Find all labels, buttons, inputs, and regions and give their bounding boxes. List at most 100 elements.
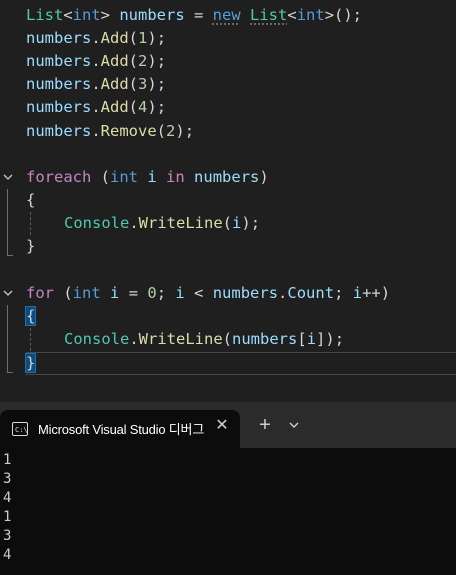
code-line-5[interactable]: numbers.Add(4);	[0, 96, 456, 119]
token: numbers	[26, 75, 92, 93]
code-line-4[interactable]: numbers.Add(3);	[0, 73, 456, 96]
token: Console	[64, 330, 130, 348]
token: i	[232, 214, 242, 232]
output-line: 4	[3, 547, 12, 563]
code-line-for-body[interactable]: Console.WriteLine(numbers[i]);	[0, 328, 456, 351]
output-line: 1	[3, 509, 12, 525]
token: );	[147, 98, 167, 116]
code-line-for-close[interactable]: }	[0, 352, 456, 375]
token: 2	[166, 122, 176, 140]
token: Remove	[100, 122, 157, 140]
code-line-foreach-close[interactable]: }	[0, 235, 456, 258]
token: ]);	[316, 330, 345, 348]
token: i	[306, 330, 317, 348]
code-line-foreach-open[interactable]: {	[0, 189, 456, 212]
token: i	[175, 284, 185, 302]
close-icon[interactable]: ✕	[214, 418, 230, 434]
token: 4	[138, 98, 148, 116]
token: >();	[324, 6, 363, 24]
token: (	[156, 122, 167, 140]
terminal-tab[interactable]: C:\ Microsoft Visual Studio 디버그 ✕	[0, 410, 240, 448]
token: (	[222, 330, 233, 348]
chevron-down-icon[interactable]	[1, 166, 15, 189]
token: <	[63, 6, 73, 24]
code-line-2[interactable]: numbers.Add(1);	[0, 27, 456, 50]
token: foreach	[26, 168, 92, 186]
token: {	[24, 306, 37, 326]
code-line-foreach-body[interactable]: Console.WriteLine(i);	[0, 212, 456, 235]
token: int	[72, 284, 101, 302]
token: );	[147, 75, 167, 93]
token: Add	[100, 75, 129, 93]
token: ;	[334, 284, 353, 302]
token: );	[147, 52, 167, 70]
token: numbers	[119, 6, 185, 24]
terminal-output[interactable]: 1 3 4 1 3 4	[0, 448, 456, 575]
token: numbers	[26, 29, 92, 47]
token: i	[110, 284, 120, 302]
code-editor[interactable]: List<int> numbers = new List<int>(); num…	[0, 0, 456, 402]
token: (	[54, 284, 73, 302]
token: )	[259, 168, 269, 186]
token: (	[128, 52, 139, 70]
token: .	[91, 75, 101, 93]
output-line: 4	[3, 490, 12, 506]
code-line-6[interactable]: numbers.Remove(2);	[0, 120, 456, 143]
chevron-down-icon[interactable]	[1, 282, 15, 305]
new-tab-button[interactable]: +	[256, 415, 274, 435]
token: =	[119, 284, 148, 302]
token: (	[128, 75, 139, 93]
token: List	[26, 6, 64, 24]
token: Console	[64, 214, 130, 232]
svg-text:C:\: C:\	[15, 426, 28, 434]
token: );	[175, 122, 195, 140]
token: Count	[287, 284, 335, 302]
token: for	[26, 284, 54, 302]
token: WriteLine	[138, 330, 223, 348]
token: ++)	[362, 284, 391, 302]
code-line-foreach[interactable]: foreach (int i in numbers)	[0, 166, 456, 189]
token: List	[250, 6, 288, 24]
token: Add	[100, 52, 129, 70]
token: >	[100, 6, 120, 24]
token: new	[212, 6, 241, 24]
token: int	[296, 6, 325, 24]
token: (	[91, 168, 110, 186]
token: 2	[138, 52, 148, 70]
token: numbers	[194, 168, 260, 186]
code-line-3[interactable]: numbers.Add(2);	[0, 50, 456, 73]
token: i	[147, 168, 157, 186]
token: numbers	[26, 98, 92, 116]
token: .	[91, 52, 101, 70]
token: 1	[138, 29, 148, 47]
token: i	[352, 284, 363, 302]
token: =	[184, 6, 213, 24]
terminal-icon: C:\	[12, 421, 28, 436]
token: }	[26, 237, 36, 255]
output-line: 3	[3, 528, 12, 544]
token: numbers	[232, 330, 298, 348]
token: ;	[156, 284, 176, 302]
token: (	[222, 214, 233, 232]
token: {	[26, 191, 36, 209]
terminal-tab-bar: C:\ Microsoft Visual Studio 디버그 ✕ +	[0, 402, 456, 448]
token: .	[91, 122, 101, 140]
code-line-1[interactable]: List<int> numbers = new List<int>();	[0, 4, 456, 27]
token: Add	[100, 29, 129, 47]
code-line-for[interactable]: for (int i = 0; i < numbers.Count; i++)	[0, 282, 456, 305]
code-line-for-open[interactable]: {	[0, 305, 456, 328]
token: .	[278, 284, 288, 302]
token: );	[241, 214, 261, 232]
chevron-down-icon[interactable]	[286, 417, 302, 433]
token: int	[72, 6, 101, 24]
token: <	[184, 284, 213, 302]
token: );	[147, 29, 167, 47]
token: int	[110, 168, 138, 186]
token: [	[297, 330, 307, 348]
token: 3	[138, 75, 148, 93]
token: numbers	[212, 284, 279, 302]
